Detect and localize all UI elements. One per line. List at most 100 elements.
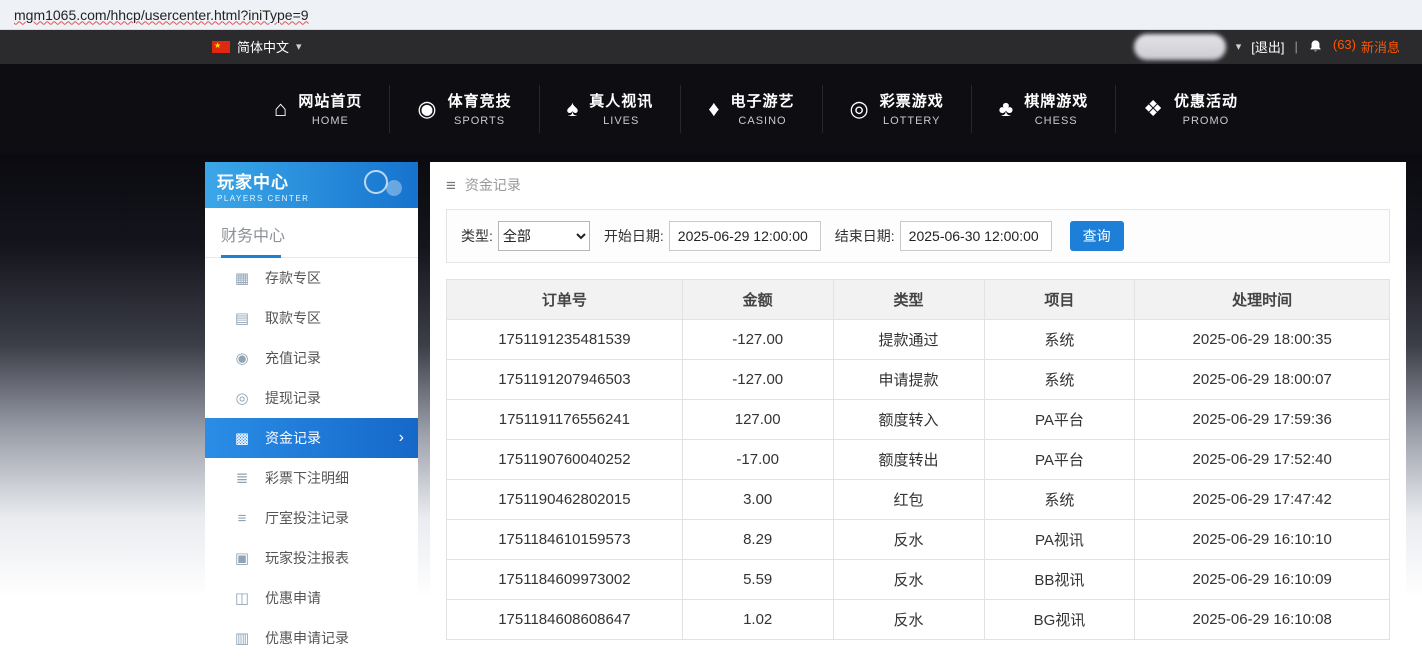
filter-bar: 类型: 全部 开始日期: 结束日期: 查询 <box>446 209 1390 263</box>
cell-time: 2025-06-29 16:10:08 <box>1135 600 1390 640</box>
cell-order-number: 1751191207946503 <box>447 360 683 400</box>
table-header-row: 订单号 金额 类型 项目 处理时间 <box>447 280 1390 320</box>
nav-item[interactable]: ◎ 彩票游戏 LOTTERY <box>822 85 971 133</box>
cell-type: 额度转入 <box>833 400 984 440</box>
url-text[interactable]: mgm1065.com/hhcp/usercenter.html?iniType… <box>14 7 309 23</box>
end-date-input[interactable] <box>900 221 1052 251</box>
nav-item[interactable]: ⌂ 网站首页 HOME <box>247 85 389 133</box>
lottery-balls-icon: ◎ <box>850 98 869 120</box>
nav-item[interactable]: ♠ 真人视讯 LIVES <box>539 85 681 133</box>
nav-item-title: 优惠活动 <box>1174 90 1238 111</box>
sidebar-item-label: 充值记录 <box>265 348 321 368</box>
cell-type: 申请提款 <box>833 360 984 400</box>
caret-down-icon: ▾ <box>296 40 302 53</box>
nav-item-title: 彩票游戏 <box>880 90 944 111</box>
messages-label: 新消息 <box>1361 37 1400 56</box>
sidebar-item[interactable]: ◉ 充值记录 › <box>205 338 418 378</box>
sidebar-item[interactable]: ◫ 优惠申请 › <box>205 578 418 618</box>
main-content: ≡ 资金记录 类型: 全部 开始日期: 结束日期: 查询 订单号 金额 <box>430 162 1406 658</box>
nav-item-title: 网站首页 <box>298 90 362 111</box>
hamburger-icon: ≡ <box>446 177 456 194</box>
playing-cards-icon: ♠ <box>567 98 579 120</box>
cell-amount: 5.59 <box>682 560 833 600</box>
slot-machine-icon: ♦ <box>708 98 719 120</box>
cell-amount: -127.00 <box>682 320 833 360</box>
cell-type: 提款通过 <box>833 320 984 360</box>
sidebar-item-label: 优惠申请记录 <box>265 628 349 648</box>
language-selector[interactable]: ★ 简体中文 ▾ <box>212 37 302 56</box>
cell-project: 系统 <box>984 360 1135 400</box>
bell-icon[interactable] <box>1308 39 1323 54</box>
sidebar-item[interactable]: ◎ 提现记录 › <box>205 378 418 418</box>
language-label: 简体中文 <box>237 37 289 56</box>
table-row: 1751191207946503 -127.00 申请提款 系统 2025-06… <box>447 360 1390 400</box>
nav-item-subtitle: PROMO <box>1174 115 1238 127</box>
cell-type: 反水 <box>833 520 984 560</box>
home-icon: ⌂ <box>274 98 287 120</box>
cell-project: BB视讯 <box>984 560 1135 600</box>
recharge-record-icon: ◉ <box>233 349 251 367</box>
nav-item[interactable]: ❖ 优惠活动 PROMO <box>1115 85 1265 133</box>
cell-time: 2025-06-29 18:00:07 <box>1135 360 1390 400</box>
nav-item-title: 体育竞技 <box>448 90 512 111</box>
cell-order-number: 1751184608608647 <box>447 600 683 640</box>
table-row: 1751184609973002 5.59 反水 BB视讯 2025-06-29… <box>447 560 1390 600</box>
sidebar-item-label: 彩票下注明细 <box>265 468 349 488</box>
nav-item-subtitle: SPORTS <box>448 115 512 127</box>
nav-item[interactable]: ♣ 棋牌游戏 CHESS <box>971 85 1115 133</box>
table-row: 1751184608608647 1.02 反水 BG视讯 2025-06-29… <box>447 600 1390 640</box>
breadcrumb-label: 资金记录 <box>465 175 521 195</box>
breadcrumb: ≡ 资金记录 <box>446 175 1390 195</box>
new-messages-link[interactable]: (63) 新消息 <box>1333 37 1400 56</box>
table-row: 1751184610159573 8.29 反水 PA视讯 2025-06-29… <box>447 520 1390 560</box>
nav-item[interactable]: ◉ 体育竞技 SPORTS <box>389 85 538 133</box>
promo-apply-icon: ◫ <box>233 589 251 607</box>
messages-count: (63) <box>1333 37 1356 56</box>
withdrawal-record-icon: ◎ <box>233 389 251 407</box>
cell-type: 红包 <box>833 480 984 520</box>
caret-down-icon[interactable]: ▾ <box>1236 40 1242 53</box>
sidebar-item-label: 资金记录 <box>265 428 321 448</box>
header-order-number: 订单号 <box>447 280 683 320</box>
table-row: 1751190462802015 3.00 红包 系统 2025-06-29 1… <box>447 480 1390 520</box>
funds-record-icon: ▩ <box>233 429 251 447</box>
nav-item-subtitle: LOTTERY <box>880 115 944 127</box>
cell-order-number: 1751184610159573 <box>447 520 683 560</box>
browser-url-bar[interactable]: mgm1065.com/hhcp/usercenter.html?iniType… <box>0 0 1422 30</box>
cell-amount: -17.00 <box>682 440 833 480</box>
nav-item[interactable]: ♦ 电子游艺 CASINO <box>680 85 821 133</box>
players-center-header: 玩家中心 PLAYERS CENTER <box>205 162 418 208</box>
username-blurred[interactable] <box>1134 34 1226 60</box>
sidebar-item[interactable]: ▤ 取款专区 › <box>205 298 418 338</box>
cell-type: 反水 <box>833 560 984 600</box>
cell-amount: 3.00 <box>682 480 833 520</box>
type-select[interactable]: 全部 <box>498 221 590 251</box>
sidebar-item[interactable]: ≣ 彩票下注明细 › <box>205 458 418 498</box>
sidebar-item[interactable]: ▣ 玩家投注报表 › <box>205 538 418 578</box>
cell-project: PA视讯 <box>984 520 1135 560</box>
cell-project: PA平台 <box>984 440 1135 480</box>
table-row: 1751190760040252 -17.00 额度转出 PA平台 2025-0… <box>447 440 1390 480</box>
nav-item-subtitle: CHESS <box>1024 115 1088 127</box>
decor-billiards-icon <box>364 170 388 194</box>
sidebar-item-label: 存款专区 <box>265 268 321 288</box>
logout-button[interactable]: [退出] <box>1251 37 1284 56</box>
search-button[interactable]: 查询 <box>1070 221 1124 251</box>
sidebar-item[interactable]: ▥ 优惠申请记录 › <box>205 618 418 658</box>
cell-project: 系统 <box>984 480 1135 520</box>
sidebar-item[interactable]: ▦ 存款专区 › <box>205 258 418 298</box>
nav-item-subtitle: HOME <box>298 115 362 127</box>
cell-time: 2025-06-29 17:59:36 <box>1135 400 1390 440</box>
page: mgm1065.com/hhcp/usercenter.html?iniType… <box>0 0 1422 658</box>
china-flag-icon: ★ <box>212 41 230 53</box>
cell-project: PA平台 <box>984 400 1135 440</box>
lottery-bets-icon: ≣ <box>233 469 251 487</box>
cell-amount: 8.29 <box>682 520 833 560</box>
end-date-label: 结束日期: <box>835 226 895 246</box>
sidebar-item[interactable]: ≡ 厅室投注记录 › <box>205 498 418 538</box>
sports-ball-icon: ◉ <box>417 98 436 120</box>
deposit-icon: ▦ <box>233 269 251 287</box>
sidebar-item[interactable]: ▩ 资金记录 › <box>205 418 418 458</box>
top-account-bar: ★ 简体中文 ▾ ▾ [退出] | (63) 新消息 <box>0 30 1422 64</box>
start-date-input[interactable] <box>669 221 821 251</box>
